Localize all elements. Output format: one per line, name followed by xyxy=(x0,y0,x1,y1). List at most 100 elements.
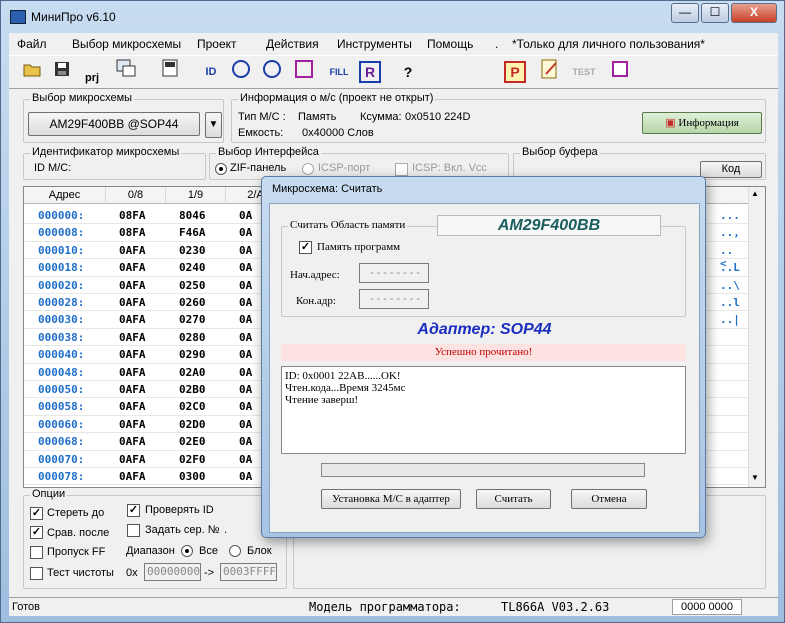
grid-header-col1[interactable]: 1/9 xyxy=(166,187,226,204)
program-memory-checkbox[interactable]: ✓ xyxy=(299,241,312,254)
save-icon[interactable] xyxy=(49,59,75,85)
row-cell[interactable]: 0290 xyxy=(179,348,206,361)
row-cell[interactable]: 0AFA xyxy=(119,244,146,257)
chip-select-field[interactable]: AM29F400BB @SOP44 xyxy=(28,112,200,136)
grid-header-address[interactable]: Адрес xyxy=(24,187,106,204)
row-cell[interactable]: 0240 xyxy=(179,261,206,274)
table-row[interactable]: 000068: 0AFA 02E0 0A xyxy=(24,433,284,450)
row-cell[interactable]: 0A xyxy=(239,331,252,344)
icsp-radio[interactable] xyxy=(302,163,314,175)
row-cell[interactable]: 02B0 xyxy=(179,383,206,396)
range-from-field[interactable]: 00000000 xyxy=(144,563,201,581)
table-row[interactable]: 000038: 0AFA 0280 0A xyxy=(24,329,284,346)
row-cell[interactable]: 0A xyxy=(239,261,252,274)
row-cell[interactable]: 0AFA xyxy=(119,470,146,483)
skip-ff-checkbox[interactable] xyxy=(30,546,43,559)
range-all-radio[interactable] xyxy=(181,545,193,557)
project-icon[interactable]: prj xyxy=(79,59,105,85)
minimize-button[interactable]: — xyxy=(671,3,699,23)
table-row[interactable]: 000078: 0AFA 0300 0A xyxy=(24,468,284,485)
save-file-icon[interactable] xyxy=(157,59,183,85)
read-button[interactable]: Считать xyxy=(476,489,551,509)
row-cell[interactable]: 0AFA xyxy=(119,261,146,274)
scroll-down-icon[interactable]: ▼ xyxy=(751,473,759,482)
test-icon[interactable]: TEST xyxy=(571,59,597,85)
table-row[interactable]: 000018: 0AFA 0240 0A ..L xyxy=(24,259,740,276)
open-icon[interactable] xyxy=(19,59,45,85)
table-row[interactable]: 000070: 0AFA 02F0 0A xyxy=(24,451,284,468)
row-cell[interactable]: 0AFA xyxy=(119,313,146,326)
row-cell[interactable]: 08FA xyxy=(119,226,146,239)
range-to-field[interactable]: 0003FFFF xyxy=(220,563,277,581)
table-row[interactable]: 000058: 0AFA 02C0 0A xyxy=(24,398,284,415)
table-row[interactable]: 000010: 0AFA 0230 0A ..< xyxy=(24,242,733,270)
table-row[interactable]: 000048: 0AFA 02A0 0A xyxy=(24,364,284,381)
row-cell[interactable]: 02F0 xyxy=(179,453,206,466)
row-cell[interactable]: 0A xyxy=(239,313,252,326)
row-cell[interactable]: 0300 xyxy=(179,470,206,483)
row-cell[interactable]: 0AFA xyxy=(119,453,146,466)
row-cell[interactable]: 0A xyxy=(239,244,252,257)
row-cell[interactable]: 0A xyxy=(239,453,252,466)
row-cell[interactable]: 0230 xyxy=(179,244,206,257)
row-cell[interactable]: 0A xyxy=(239,470,252,483)
icsp-vcc-checkbox[interactable] xyxy=(395,163,408,176)
row-cell[interactable]: 0AFA xyxy=(119,383,146,396)
row-cell[interactable]: 02A0 xyxy=(179,366,206,379)
blank-test-checkbox[interactable] xyxy=(30,567,43,580)
start-addr-field[interactable]: -------- xyxy=(359,263,429,283)
serial-checkbox[interactable] xyxy=(127,524,140,537)
row-cell[interactable]: 02D0 xyxy=(179,418,206,431)
read-icon[interactable] xyxy=(228,59,254,85)
row-cell[interactable]: 08FA xyxy=(119,209,146,222)
menu-tools[interactable]: Инструменты xyxy=(337,37,412,51)
table-row[interactable]: 000050: 0AFA 02B0 0A xyxy=(24,381,284,398)
row-cell[interactable]: 0AFA xyxy=(119,331,146,344)
grid-scrollbar[interactable]: ▲ ▼ xyxy=(748,187,765,487)
grid-header-col0[interactable]: 0/8 xyxy=(106,187,166,204)
row-cell[interactable]: 0A xyxy=(239,296,252,309)
range-block-radio[interactable] xyxy=(229,545,241,557)
chip-test-icon[interactable] xyxy=(607,59,633,85)
read-chip-icon[interactable]: R xyxy=(359,61,381,83)
info-button[interactable]: ▣ Информация xyxy=(642,112,762,134)
table-row[interactable]: 000040: 0AFA 0290 0A xyxy=(24,346,284,363)
row-cell[interactable]: 0A xyxy=(239,400,252,413)
end-addr-field[interactable]: -------- xyxy=(359,289,429,309)
close-button[interactable]: X xyxy=(731,3,777,23)
erase-checkbox[interactable]: ✓ xyxy=(30,507,43,520)
menu-chip-select[interactable]: Выбор микросхемы xyxy=(72,37,181,51)
protect-icon[interactable]: P xyxy=(504,61,526,83)
row-cell[interactable]: 0A xyxy=(239,366,252,379)
compare-checkbox[interactable]: ✓ xyxy=(30,526,43,539)
table-row[interactable]: 000060: 0AFA 02D0 0A xyxy=(24,416,284,433)
row-cell[interactable]: 0A xyxy=(239,383,252,396)
adapter-setup-button[interactable]: Установка М/С в адаптер xyxy=(321,489,461,509)
zif-radio[interactable] xyxy=(215,163,227,175)
menu-file[interactable]: Файл xyxy=(17,37,47,51)
verify-id-checkbox[interactable]: ✓ xyxy=(127,504,140,517)
table-row[interactable]: 000030: 0AFA 0270 0A ..| xyxy=(24,311,740,328)
scroll-up-icon[interactable]: ▲ xyxy=(751,189,759,198)
row-cell[interactable]: 8046 xyxy=(179,209,206,222)
load-file-icon[interactable] xyxy=(113,59,139,85)
fill-icon[interactable]: FILL xyxy=(322,59,356,85)
row-cell[interactable]: 02E0 xyxy=(179,435,206,448)
program-icon[interactable] xyxy=(259,59,285,85)
row-cell[interactable]: 0A xyxy=(239,348,252,361)
edit-icon[interactable] xyxy=(537,59,563,85)
table-row[interactable]: 000020: 0AFA 0250 0A ..\ xyxy=(24,277,740,294)
row-cell[interactable]: 0AFA xyxy=(119,279,146,292)
help-icon[interactable]: ? xyxy=(395,59,421,85)
row-cell[interactable]: 0AFA xyxy=(119,348,146,361)
chip-dropdown-button[interactable]: ▼ xyxy=(205,112,222,138)
verify-icon[interactable] xyxy=(291,59,317,85)
read-id-icon[interactable]: ID xyxy=(198,59,224,85)
menu-actions[interactable]: Действия xyxy=(266,37,319,51)
row-cell[interactable]: 0A xyxy=(239,279,252,292)
row-cell[interactable]: 0280 xyxy=(179,331,206,344)
row-cell[interactable]: 0250 xyxy=(179,279,206,292)
row-cell[interactable]: 0AFA xyxy=(119,366,146,379)
cancel-button[interactable]: Отмена xyxy=(571,489,647,509)
row-cell[interactable]: 0AFA xyxy=(119,435,146,448)
